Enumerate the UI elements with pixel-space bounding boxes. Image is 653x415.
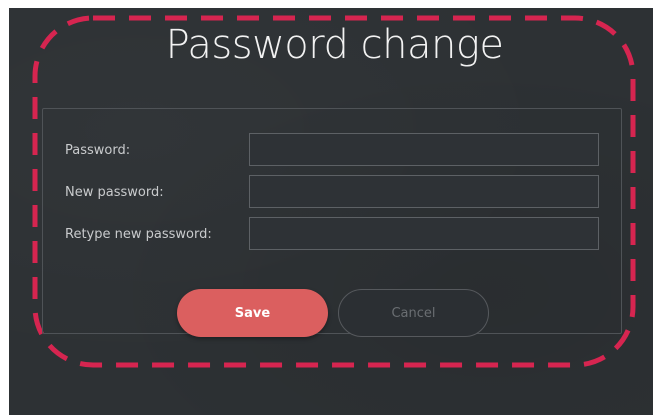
password-label: Password: — [65, 143, 131, 158]
new-password-label: New password: — [65, 185, 164, 200]
page-title: Password change — [165, 22, 504, 68]
retype-new-password-label: Retype new password: — [65, 227, 212, 242]
retype-new-password-field[interactable] — [249, 217, 599, 250]
new-password-field[interactable] — [249, 175, 599, 208]
password-field[interactable] — [249, 133, 599, 166]
save-button[interactable]: Save — [177, 289, 328, 337]
cancel-button[interactable]: Cancel — [338, 289, 489, 337]
